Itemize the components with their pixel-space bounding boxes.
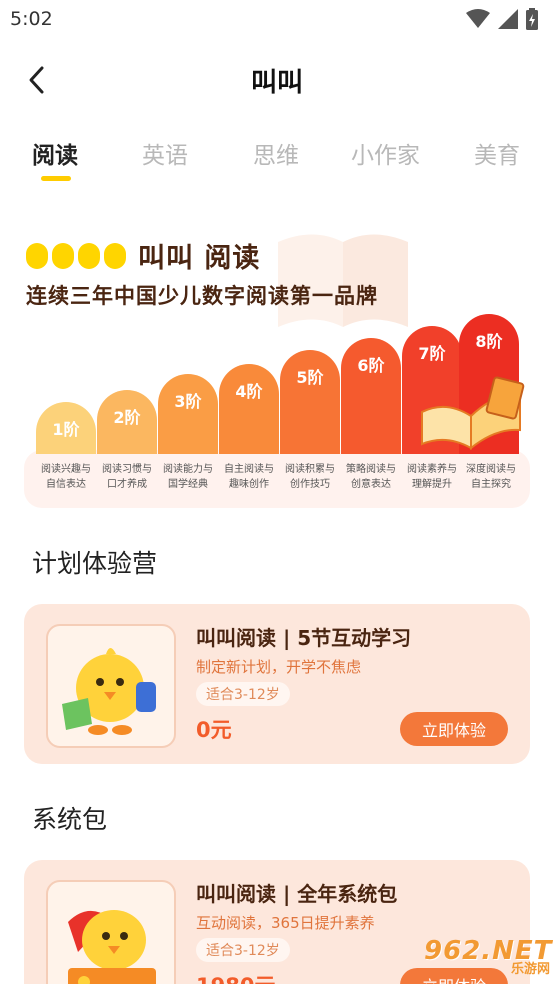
level-4-desc: 自主阅读与 趣味创作	[218, 462, 280, 492]
level-label: 1阶	[52, 420, 80, 439]
tab-young-writer[interactable]: 小作家	[351, 136, 420, 170]
logo-dot	[52, 242, 74, 269]
level-label: 2阶	[113, 408, 141, 427]
level-8-desc: 深度阅读与 自主探究	[460, 462, 522, 492]
tab-english[interactable]: 英语	[142, 136, 188, 170]
level-desc-line: 阅读积累与	[285, 464, 335, 475]
level-desc-line: 阅读能力与	[163, 464, 213, 475]
level-4-bar: 4阶	[219, 364, 279, 454]
system-card-subtitle: 互动阅读，365日提升素养	[196, 914, 375, 932]
nav-bar: 叫叫	[0, 48, 554, 112]
system-card-title: 叫叫阅读 | 全年系统包	[196, 882, 398, 906]
chick-superhero-icon	[68, 910, 156, 984]
level-desc-line: 创作技巧	[290, 479, 330, 490]
level-desc-line: 国学经典	[168, 479, 208, 490]
logo-dot	[26, 242, 48, 269]
level-2-bar: 2阶	[97, 390, 157, 454]
logo-dot	[104, 242, 126, 269]
level-7-desc: 阅读素养与 理解提升	[401, 462, 463, 492]
level-desc-line: 自主探究	[471, 479, 511, 490]
active-tab-indicator	[41, 176, 71, 181]
level-desc-line: 阅读素养与	[407, 464, 457, 475]
plan-card-thumbnail	[46, 624, 176, 748]
level-5-bar: 5阶	[280, 350, 340, 454]
level-desc-line: 阅读习惯与	[102, 464, 152, 475]
tab-aesthetics[interactable]: 美育	[474, 136, 520, 170]
status-bar: 5:02	[0, 0, 554, 38]
section-title-plan: 计划体验营	[32, 549, 158, 578]
brand-slogan: 连续三年中国少儿数字阅读第一品牌	[26, 284, 378, 308]
wifi-icon	[466, 9, 490, 28]
level-desc-line: 口才养成	[107, 479, 147, 490]
level-desc-line: 理解提升	[412, 479, 452, 490]
logo-dot	[78, 242, 100, 269]
level-6-bar: 6阶	[341, 338, 401, 454]
level-1-bar: 1阶	[36, 402, 96, 454]
signal-icon	[498, 9, 518, 29]
plan-card-price: 0元	[196, 718, 232, 742]
chick-reading-icon	[62, 648, 156, 735]
plan-card[interactable]: 叫叫阅读 | 5节互动学习 制定新计划，开学不焦虑 适合3-12岁 0元 立即体…	[24, 604, 530, 764]
level-label: 3阶	[174, 392, 202, 411]
level-desc-line: 策略阅读与	[346, 464, 396, 475]
brand-name: 叫叫 阅读	[138, 243, 261, 274]
brand-logo: 叫叫 阅读	[26, 236, 260, 275]
level-label: 4阶	[235, 382, 263, 401]
system-card-thumbnail	[46, 880, 176, 984]
level-2-desc: 阅读习惯与 口才养成	[96, 462, 158, 492]
level-label: 5阶	[296, 368, 324, 387]
plan-card-subtitle: 制定新计划，开学不焦虑	[196, 658, 362, 676]
level-1-desc: 阅读兴趣与 自信表达	[35, 462, 97, 492]
level-desc-line: 趣味创作	[229, 479, 269, 490]
level-desc-line: 深度阅读与	[466, 464, 516, 475]
level-5-desc: 阅读积累与 创作技巧	[279, 462, 341, 492]
level-desc-line: 创意表达	[351, 479, 391, 490]
battery-icon	[526, 8, 538, 30]
level-6-desc: 策略阅读与 创意表达	[340, 462, 402, 492]
site-watermark: 962.NET 乐游网	[418, 934, 551, 978]
plan-card-title: 叫叫阅读 | 5节互动学习	[196, 626, 412, 650]
plan-card-age-badge: 适合3-12岁	[196, 682, 290, 706]
status-icons	[466, 8, 538, 30]
book-watermark-icon	[278, 234, 408, 327]
level-label: 6阶	[357, 356, 385, 375]
open-book-icon	[421, 376, 525, 451]
level-3-bar: 3阶	[158, 374, 218, 454]
tab-thinking[interactable]: 思维	[253, 136, 299, 170]
level-3-desc: 阅读能力与 国学经典	[157, 462, 219, 492]
level-desc-line: 阅读兴趣与	[41, 464, 91, 475]
category-tabs: 阅读 英语 思维 小作家 美育	[0, 128, 554, 188]
system-card-price: 1980元	[196, 970, 275, 984]
status-time: 5:02	[10, 8, 53, 30]
tab-reading[interactable]: 阅读	[32, 136, 78, 170]
watermark-sub: 乐游网	[510, 962, 550, 977]
level-desc-line: 自信表达	[46, 479, 86, 490]
plan-try-button[interactable]: 立即体验	[400, 712, 508, 746]
reading-levels-banner[interactable]: 叫叫 阅读 连续三年中国少儿数字阅读第一品牌 1阶 2阶 3阶 4阶 5阶 6阶…	[24, 222, 530, 510]
level-desc-line: 自主阅读与	[224, 464, 274, 475]
page-title: 叫叫	[250, 68, 303, 98]
section-title-system: 系统包	[32, 805, 108, 834]
system-card-age-badge: 适合3-12岁	[196, 938, 290, 962]
